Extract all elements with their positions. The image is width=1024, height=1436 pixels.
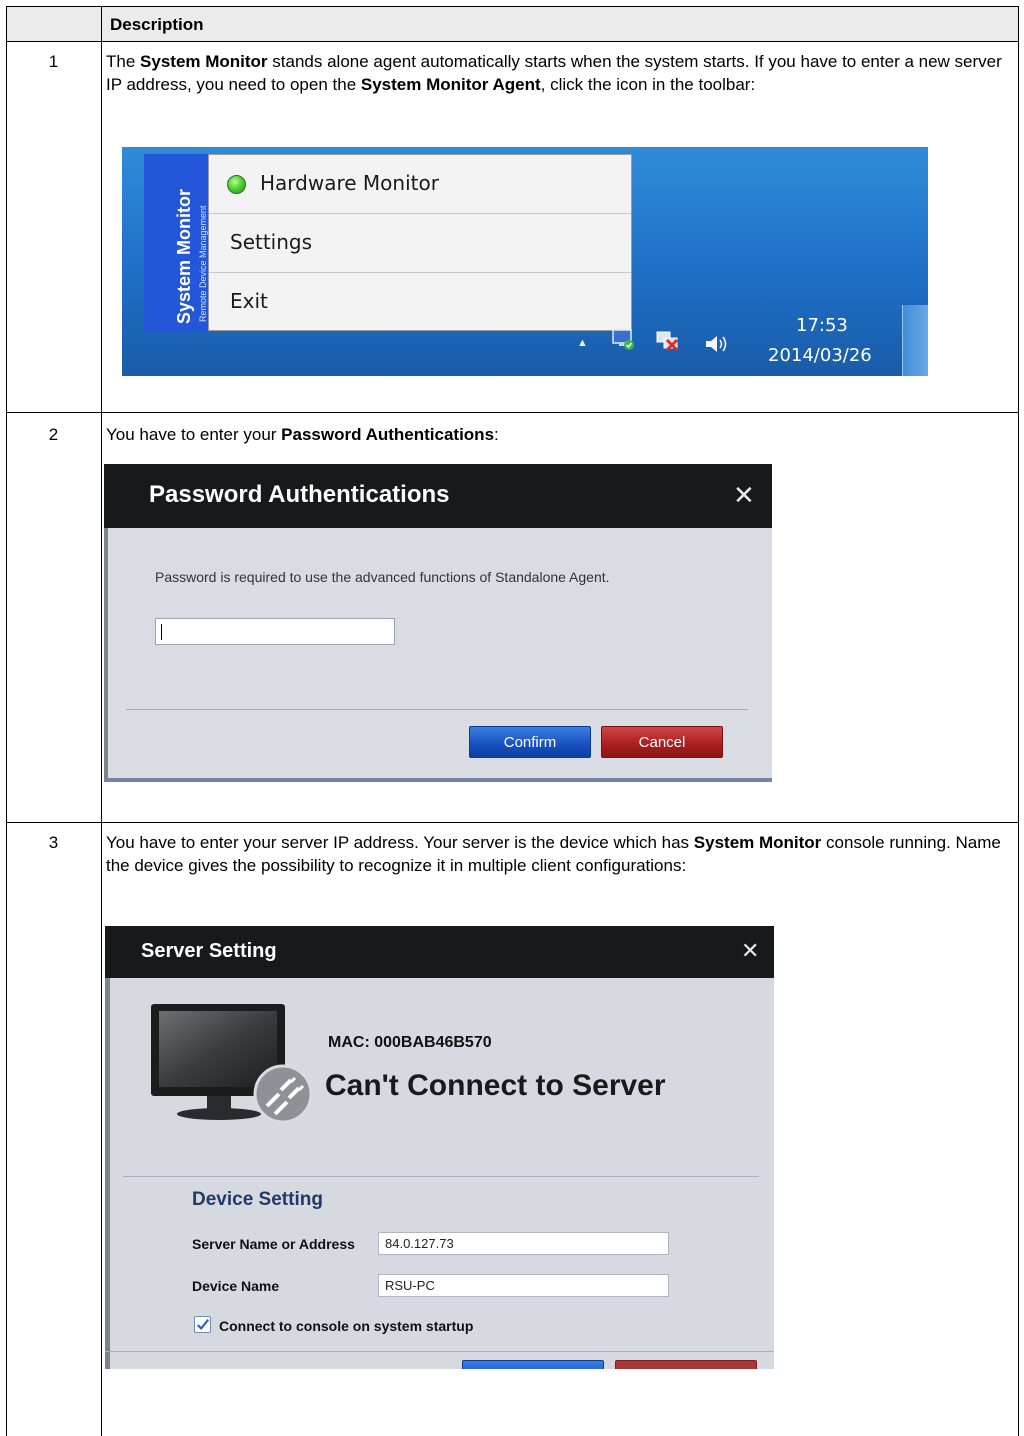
menu-item-label: Exit (230, 289, 268, 313)
dialog-divider (126, 709, 748, 710)
text-caret (161, 624, 162, 640)
taskbar-clock-date[interactable]: 2014/03/26 (768, 345, 872, 366)
save-connect-button[interactable]: Save & Connect (462, 1360, 604, 1369)
step-number: 3 (48, 833, 59, 852)
taskbar-clock-time[interactable]: 17:53 (796, 315, 848, 336)
startup-connect-label: Connect to console on system startup (219, 1318, 474, 1334)
menu-item-exit[interactable]: Exit (209, 273, 631, 332)
step-number: 1 (48, 52, 59, 71)
sidebar-title: System Monitor (174, 188, 194, 324)
table-border-left (6, 6, 7, 1436)
password-prompt-message: Password is required to use the advanced… (155, 569, 610, 585)
menu-item-label: Hardware Monitor (260, 171, 439, 195)
device-setting-heading: Device Setting (192, 1189, 323, 1210)
close-icon[interactable]: ✕ (733, 482, 755, 508)
show-hidden-icons-arrow[interactable]: ▲ (577, 337, 588, 349)
background-strip (104, 778, 772, 782)
show-desktop-button[interactable] (902, 305, 928, 376)
sidebar-subtitle: Remote Device Management (198, 205, 208, 322)
close-icon[interactable]: ✕ (741, 938, 759, 964)
dialog-edge (104, 528, 108, 782)
connection-status: Can't Connect to Server (325, 1069, 666, 1102)
display-tray-icon[interactable] (612, 329, 636, 351)
confirm-button[interactable]: Confirm (469, 726, 591, 758)
table-header-divider (6, 41, 1019, 42)
tray-context-menu: Hardware Monitor Settings Exit (208, 154, 632, 331)
password-dialog-screenshot: Password Authentications ✕ Password is r… (104, 464, 772, 782)
dialog-divider (123, 1176, 759, 1177)
step-description: You have to enter your server IP address… (106, 833, 1001, 875)
dialog-title: Server Setting (141, 940, 277, 962)
checkmark-icon (196, 1318, 210, 1331)
password-input[interactable] (155, 618, 395, 645)
green-status-dot-icon (227, 175, 246, 194)
step-number: 2 (48, 425, 59, 444)
table-row-divider (6, 412, 1019, 413)
cancel-button[interactable]: Cancel (601, 726, 723, 758)
table-border-top (6, 6, 1019, 7)
table-row-divider (6, 822, 1019, 823)
mac-address: MAC: 000BAB46B570 (328, 1034, 492, 1051)
stop-retry-button[interactable]: Stop retry (615, 1360, 757, 1369)
step-description: You have to enter your Password Authenti… (106, 425, 499, 444)
dialog-titlebar: Password Authentications ✕ (104, 464, 772, 528)
dialog-title: Password Authentications (149, 481, 450, 508)
disconnected-monitor-icon (151, 1004, 313, 1124)
server-setting-screenshot: Server Setting ✕ MAC: 000BAB46B570 Can't… (105, 926, 774, 1369)
volume-icon[interactable] (704, 334, 730, 354)
dialog-divider (105, 1351, 774, 1352)
table-column-divider (101, 6, 102, 1436)
menu-item-label: Settings (230, 230, 313, 254)
device-name-label: Device Name (192, 1278, 280, 1294)
tray-menu-screenshot: System Monitor Remote Device Management … (122, 147, 928, 376)
dialog-edge (105, 978, 110, 1369)
system-monitor-sidebar: System Monitor Remote Device Management (144, 154, 208, 331)
step-description: The System Monitor stands alone agent au… (106, 52, 1002, 94)
menu-item-hardware-monitor[interactable]: Hardware Monitor (209, 155, 631, 214)
startup-connect-checkbox[interactable] (194, 1316, 211, 1333)
table-border-right (1018, 6, 1019, 1436)
device-name-field[interactable]: RSU-PC (378, 1274, 669, 1297)
menu-item-settings[interactable]: Settings (209, 214, 631, 273)
server-address-field[interactable]: 84.0.127.73 (378, 1232, 669, 1255)
server-address-label: Server Name or Address (192, 1236, 355, 1252)
description-column-header: Description (110, 15, 204, 34)
dialog-titlebar: Server Setting ✕ (105, 926, 774, 978)
network-disconnected-icon[interactable] (655, 329, 681, 353)
